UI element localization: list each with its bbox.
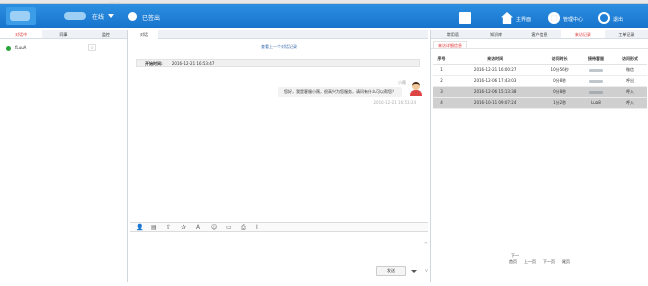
- cell-duration: 0分8秒: [540, 86, 579, 98]
- home-icon: [501, 12, 513, 24]
- visit-table: 序号 来访时间 访问时长 接待客服 访问形式 1 2016-12-21 16:0…: [433, 55, 647, 109]
- table-header-row: 序号 来访时间 访问时长 接待客服 访问形式: [433, 55, 647, 65]
- table-row[interactable]: 2 2016-12-06 17:43:03 0分8秒 呼出: [433, 75, 647, 87]
- screenshot-icon[interactable]: ▭: [226, 224, 232, 231]
- cell-duration: 10分56秒: [540, 64, 579, 76]
- table-row[interactable]: 3 2016-12-06 15:13:38 0分8秒 呼入: [433, 86, 647, 98]
- nav-exit-label: 退出: [613, 17, 624, 23]
- app-logo: [6, 7, 36, 25]
- tab-visits[interactable]: 来访记录: [561, 30, 605, 38]
- cell-number: 1: [433, 64, 450, 76]
- cell-mode: 呼入: [612, 86, 647, 98]
- send-button[interactable]: 发送: [376, 266, 406, 276]
- cell-agent: [578, 64, 613, 76]
- card-icon[interactable]: ▤: [151, 224, 157, 231]
- prev-record-link[interactable]: 查看上一个对话记录: [130, 44, 428, 50]
- message-input[interactable]: [130, 233, 428, 265]
- cell-agent: [578, 75, 613, 87]
- signout-label[interactable]: 已签出: [142, 13, 160, 22]
- cell-time: 2016-10-11 09:07:24: [450, 97, 541, 109]
- cell-agent: Lua8: [578, 97, 613, 109]
- app-header: 在线 已签出 主界面 管理中心 退出: [0, 4, 648, 28]
- agent-name: 小薇: [398, 80, 406, 85]
- person-icon[interactable]: 👤: [136, 224, 143, 231]
- star-icon[interactable]: ✰: [181, 224, 186, 231]
- redacted-agent: [588, 90, 603, 94]
- pager-first[interactable]: 首页: [509, 259, 517, 265]
- info-tabs: 常用语 知识库 客户信息 来访记录 工单记录: [431, 30, 648, 39]
- gear-icon: [548, 12, 560, 24]
- editor-toolbar: 👤 ▤ ⇧ ✰ A ☺ ▭ ⎙ I: [130, 222, 428, 232]
- contact-channel-icon: ⊙: [88, 44, 96, 51]
- power-icon: [598, 12, 610, 24]
- col-duration: 访问时长: [540, 55, 579, 65]
- send-options-icon[interactable]: [411, 270, 417, 273]
- cell-number: 2: [433, 75, 450, 87]
- pager-next[interactable]: 下一页: [543, 259, 555, 265]
- print-icon[interactable]: ⎙: [241, 224, 246, 232]
- upload-icon[interactable]: ⇧: [166, 224, 171, 231]
- cell-mode: 呼入: [612, 97, 647, 109]
- start-time-value: 2016-12-21 16:53:47: [171, 61, 215, 66]
- tab-phrases[interactable]: 常用语: [431, 30, 474, 38]
- tab-tickets[interactable]: 工单记录: [605, 30, 648, 38]
- cell-number: 3: [433, 86, 450, 98]
- cell-duration: 0分8秒: [540, 75, 579, 87]
- message-time: 2016-12-21 16:53:24: [373, 100, 416, 105]
- nav-home-label: 主界面: [516, 17, 532, 23]
- status-label[interactable]: 在线: [92, 12, 104, 21]
- col-agent: 接待客服: [578, 55, 613, 65]
- contact-list-item[interactable]: fLuuA ⊙: [0, 43, 126, 53]
- tab-chatting[interactable]: 对话中: [0, 30, 43, 38]
- tab-visit-details[interactable]: 来访详细信息: [433, 41, 467, 48]
- tab-monitor[interactable]: 监控: [85, 30, 127, 38]
- redacted-agent: [588, 68, 603, 72]
- book-icon: [459, 12, 471, 24]
- info-panel: 常用语 知识库 客户信息 来访记录 工单记录 来访详细信息 序号 来访时间 访问…: [430, 30, 648, 282]
- tab-customer[interactable]: 客户信息: [518, 30, 561, 38]
- left-panel: 对话中 同事 监控 fLuuA ⊙: [0, 30, 128, 282]
- left-tabs: 对话中 同事 监控: [0, 30, 127, 39]
- status-dropdown-icon[interactable]: [108, 14, 114, 18]
- chat-tabs: 对话: [130, 30, 428, 39]
- cell-time: 2016-12-06 15:13:38: [450, 86, 541, 98]
- session-start-bar: 开始时间: 2016-12-21 16:53:47: [136, 59, 420, 67]
- cell-time: 2016-12-06 17:43:03: [450, 75, 541, 87]
- cell-mode: 微信: [612, 64, 647, 76]
- scroll-down-icon[interactable]: v: [425, 268, 428, 274]
- cell-time: 2016-12-21 16:00:27: [450, 64, 541, 76]
- start-time-label: 开始时间:: [145, 61, 163, 66]
- contact-name: fLuuA: [15, 45, 27, 50]
- message-bubble: 您好，我是客服小薇，很高兴为您服务，请问有什么可以帮您？: [278, 87, 402, 97]
- cell-agent: [578, 86, 613, 98]
- col-time: 来访时间: [450, 55, 541, 65]
- cell-mode: 呼出: [612, 75, 647, 87]
- pager-prev[interactable]: 上一页: [524, 259, 536, 265]
- nav-admin-label: 管理中心: [563, 17, 584, 23]
- table-row[interactable]: 1 2016-12-21 16:00:27 10分56秒 微信: [433, 64, 647, 76]
- smile-icon[interactable]: ☺: [211, 224, 217, 231]
- col-mode: 访问形式: [612, 55, 647, 65]
- signout-icon[interactable]: [128, 12, 137, 21]
- table-row[interactable]: 4 2016-10-11 09:07:24 1分2秒 Lua8 呼入: [433, 97, 647, 109]
- pager-last[interactable]: 尾页: [562, 259, 570, 265]
- text-icon[interactable]: I: [256, 224, 258, 231]
- tab-colleagues[interactable]: 同事: [42, 30, 84, 38]
- online-status-icon: [6, 46, 11, 51]
- status-toggle[interactable]: [64, 12, 86, 20]
- font-icon[interactable]: A: [196, 224, 200, 231]
- tab-dialog[interactable]: 对话: [130, 30, 158, 39]
- scroll-up-icon[interactable]: ^: [424, 242, 428, 248]
- cell-duration: 1分2秒: [540, 97, 579, 109]
- visit-subtab-bar: 来访详细信息: [431, 41, 648, 49]
- col-number: 序号: [433, 55, 450, 65]
- cell-number: 4: [433, 97, 450, 109]
- chat-panel: 对话 查看上一个对话记录 开始时间: 2016-12-21 16:53:47 小…: [130, 30, 428, 282]
- tab-knowledge[interactable]: 知识库: [474, 30, 517, 38]
- avatar: [410, 82, 422, 96]
- redacted-agent: [588, 79, 603, 83]
